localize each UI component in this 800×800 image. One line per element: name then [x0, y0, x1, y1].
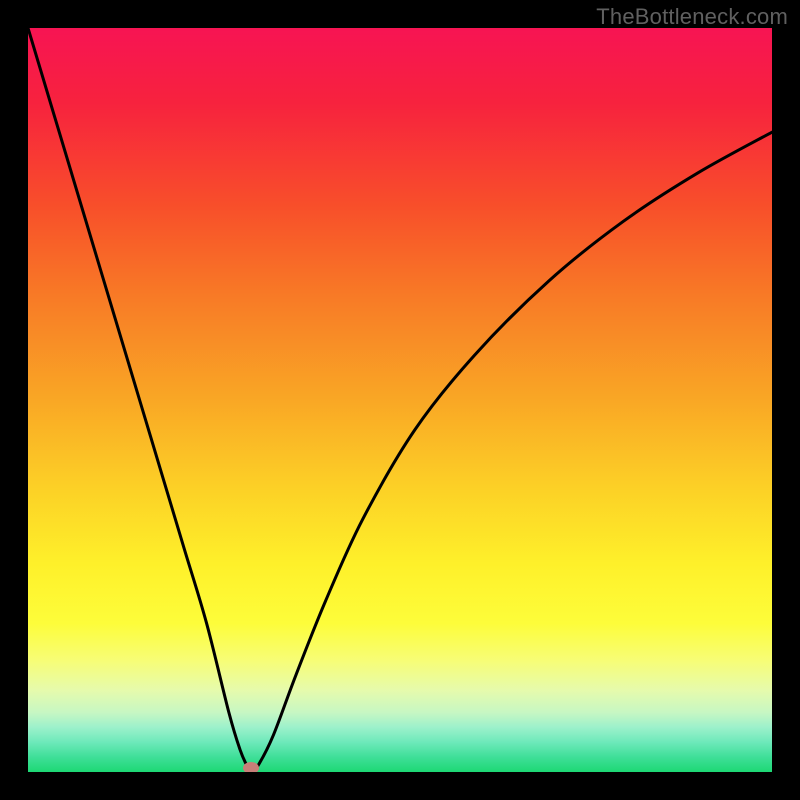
- curve-svg: [28, 28, 772, 772]
- chart-frame: TheBottleneck.com: [0, 0, 800, 800]
- min-marker: [243, 762, 259, 772]
- watermark-text: TheBottleneck.com: [596, 4, 788, 30]
- bottleneck-curve: [28, 28, 772, 772]
- plot-area: [28, 28, 772, 772]
